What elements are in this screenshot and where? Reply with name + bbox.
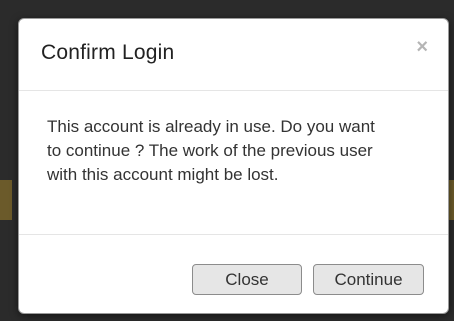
background-element-left [0,180,12,220]
confirm-login-dialog: Confirm Login × This account is already … [18,18,449,314]
dialog-header: Confirm Login × [19,19,448,91]
close-icon[interactable]: × [416,37,428,57]
continue-button[interactable]: Continue [313,264,424,295]
dialog-message: This account is already in use. Do you w… [47,117,375,184]
dialog-title: Confirm Login [41,41,175,64]
dialog-body: This account is already in use. Do you w… [19,91,448,235]
close-button[interactable]: Close [192,264,302,295]
